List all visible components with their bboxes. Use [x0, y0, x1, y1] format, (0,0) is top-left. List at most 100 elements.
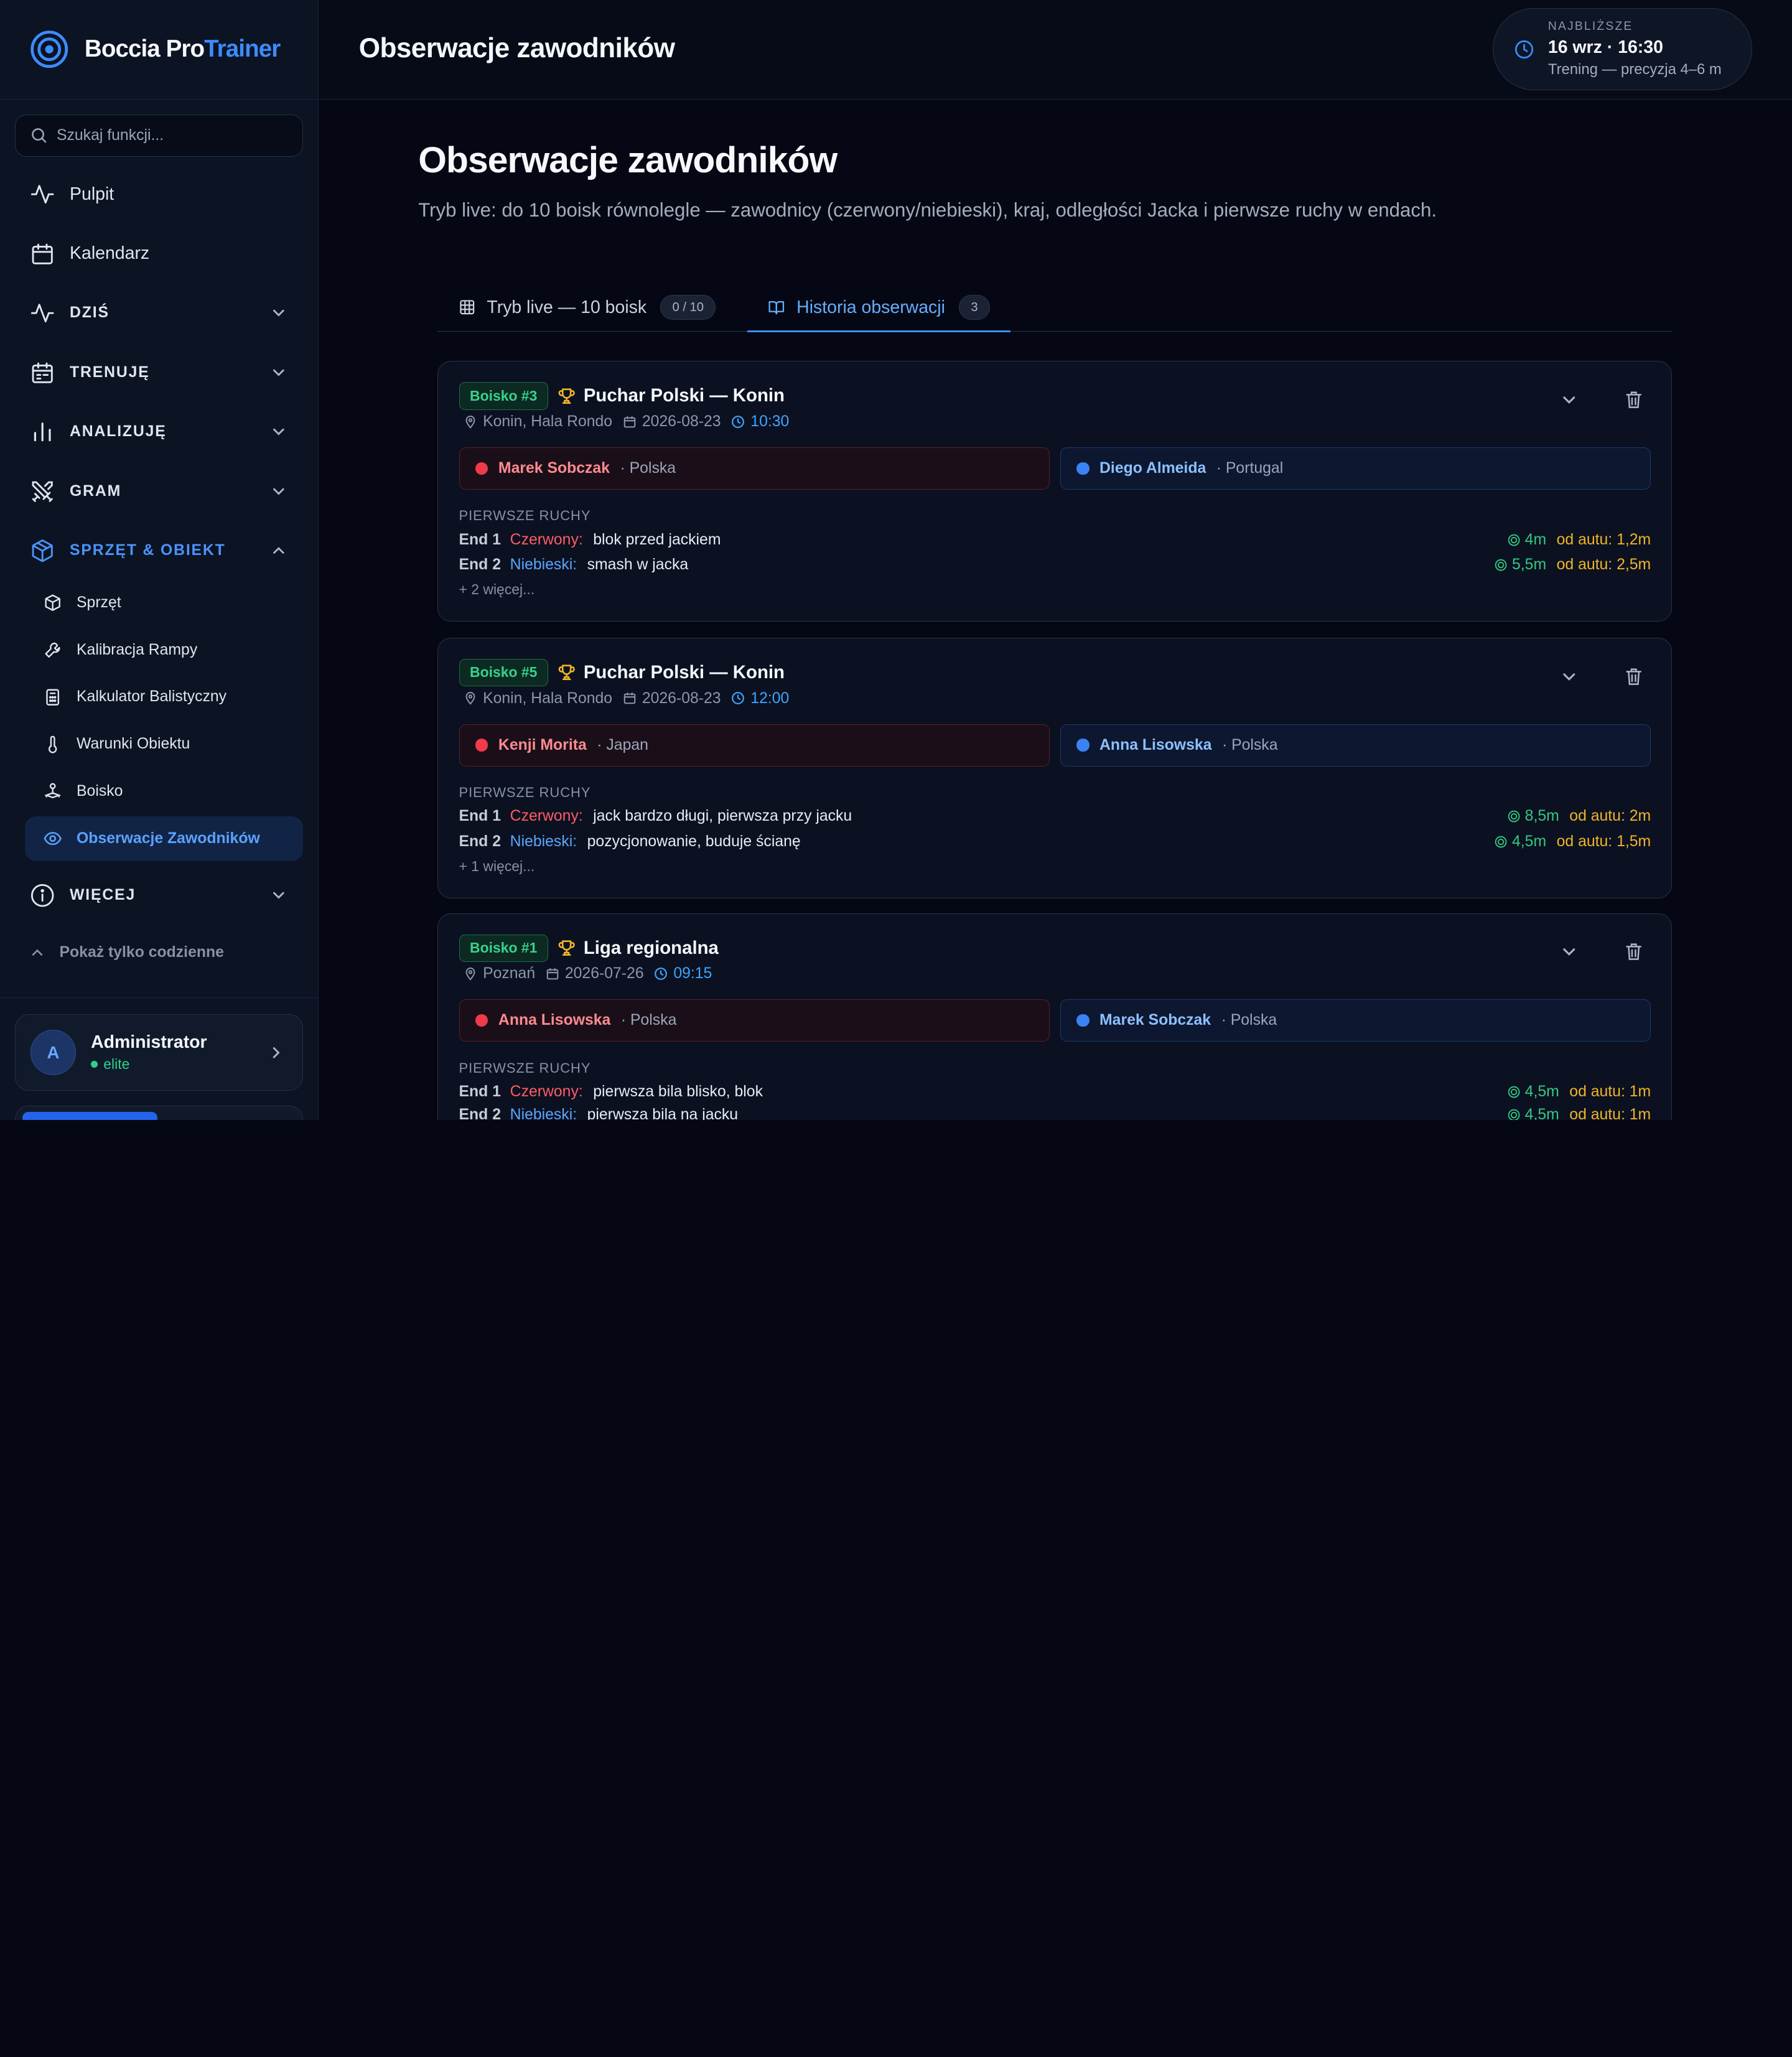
sidebar-item-label: Warunki Obiektu	[77, 735, 190, 753]
activity-icon	[30, 185, 54, 204]
calendar-icon	[32, 243, 53, 264]
sidebar-item-warunki-obiektu[interactable]: Warunki Obiektu	[25, 722, 302, 767]
trash-icon[interactable]	[1625, 390, 1643, 409]
blue-player: Marek Sobczak · Polska	[1060, 999, 1651, 1042]
card-header: Boisko #1 Liga regionalna	[459, 934, 719, 962]
card-meta: Poznań 2026-07-26 09:15	[464, 965, 722, 982]
sidebar-item-pulpit[interactable]: Pulpit	[0, 164, 319, 224]
tab-count-badge: 3	[958, 294, 990, 320]
blue-player: Diego Almeida · Portugal	[1060, 447, 1651, 490]
observation-card[interactable]: Boisko #3 Puchar Polski — Konin Konin, H…	[437, 361, 1673, 622]
blue-dot	[1076, 739, 1090, 752]
tab-live[interactable]: Tryb live — 10 boisk 0 / 10	[437, 283, 736, 331]
sidebar-item-kalibracja-rampy[interactable]: Kalibracja Rampy	[25, 628, 302, 673]
trash-icon[interactable]	[1625, 667, 1643, 686]
header-title: Obserwacje zawodników	[358, 33, 675, 64]
sidebar-item-boisko[interactable]: Boisko	[25, 769, 302, 814]
trash-icon[interactable]	[1625, 942, 1643, 961]
jack-distance: 4m	[1508, 531, 1546, 549]
out-distance: od autu: 1m	[1569, 1083, 1651, 1101]
player-country: · Polska	[1221, 736, 1278, 753]
jack-distance: 4,5m	[1495, 833, 1546, 851]
player-name: Anna Lisowska	[498, 1012, 611, 1029]
sidebar-item-label: Kalendarz	[70, 243, 150, 264]
wrench-icon	[45, 642, 60, 658]
chevron-up-icon	[273, 547, 284, 554]
sidebar-section-label: GRAM	[70, 482, 122, 500]
sidebar-item-label: Pulpit	[70, 184, 114, 204]
map-pin-icon	[465, 416, 475, 429]
sidebar-section-wiecej[interactable]: WIĘCEJ	[0, 865, 319, 925]
red-player: Kenji Morita · Japan	[459, 724, 1050, 767]
blue-dot	[1076, 462, 1090, 475]
move-row: End 2 Niebieski: pierwsza bila na jacku 4,…	[459, 1103, 1651, 1120]
sidebar-section-label: TRENUJĘ	[70, 363, 150, 381]
sidebar-section-label: WIĘCEJ	[70, 886, 136, 903]
chevron-right-icon	[273, 1047, 280, 1058]
move-row: End 2 Niebieski: pozycjonowanie, buduje śc…	[459, 833, 1651, 851]
clock-icon	[732, 692, 745, 705]
swords-icon	[32, 481, 53, 502]
player-country: · Polska	[1221, 1012, 1277, 1029]
pulse-icon	[30, 304, 54, 323]
observation-card[interactable]: Boisko #1 Liga regionalna Poznań 2026-07…	[437, 913, 1673, 1120]
calendar-icon	[623, 693, 635, 704]
card-header: Boisko #3 Puchar Polski — Konin	[459, 382, 785, 410]
move-row: End 1 Czerwony: jack bardzo długi, pierwsz…	[459, 808, 1651, 825]
player-country: · Polska	[620, 460, 676, 477]
sidebar-section-trenuje[interactable]: TRENUJĘ	[0, 343, 319, 403]
out-distance: od autu: 1m	[1569, 1106, 1651, 1120]
sidebar-item-sprzet[interactable]: Sprzęt	[25, 581, 302, 625]
time: 12:00	[731, 690, 789, 707]
court-badge: Boisko #5	[459, 658, 548, 686]
sidebar-section-gram[interactable]: GRAM	[0, 462, 319, 521]
sidebar-section-sprzet-obiekt[interactable]: SPRZĘT & OBIEKT	[0, 521, 319, 581]
trophy-icon	[558, 940, 575, 956]
brand[interactable]: Boccia ProTrainer	[0, 0, 319, 100]
event-title: Puchar Polski — Konin	[583, 661, 785, 683]
move-row: End 2 Niebieski: smash w jacka 5,5m od autu…	[459, 556, 1651, 574]
sidebar-item-kalendarz[interactable]: Kalendarz	[0, 224, 319, 284]
red-dot	[475, 1014, 488, 1027]
sidebar: Boccia ProTrainer Pulpit Kalendarz DZIŚ	[0, 0, 319, 1120]
sidebar-nav: Pulpit Kalendarz DZIŚ TRENUJĘ ANALIZUJĘ	[0, 164, 319, 975]
move-row: End 1 Czerwony: blok przed jackiem 4m od au…	[459, 531, 1651, 549]
card-meta: Konin, Hala Rondo 2026-08-23 12:00	[464, 690, 800, 707]
player-country: · Japan	[597, 736, 648, 753]
more-moves-link[interactable]: + 1 więcej...	[459, 858, 535, 875]
clock-icon	[732, 416, 745, 428]
user-card[interactable]: A Administrator elite	[14, 1014, 303, 1091]
date: 2026-08-23	[623, 690, 721, 707]
joystick-icon	[44, 783, 62, 799]
chevron-down-icon	[273, 892, 284, 899]
show-daily-label: Pokaż tylko codzienne	[59, 943, 224, 961]
map-pin-icon	[465, 968, 475, 981]
player-name: Marek Sobczak	[498, 460, 610, 477]
chevron-down-icon[interactable]	[1561, 943, 1578, 961]
sidebar-item-obserwacje-zawodnikow[interactable]: Obserwacje Zawodników	[25, 816, 303, 861]
moves-caption: PIERWSZE RUCHY	[459, 1060, 591, 1076]
jack-distance: 4,5m	[1508, 1106, 1559, 1120]
brand-name: Boccia ProTrainer	[84, 35, 281, 63]
tab-count-badge: 0 / 10	[660, 294, 716, 320]
tab-history[interactable]: Historia obserwacji 3	[747, 283, 1011, 333]
more-moves-link[interactable]: + 2 więcej...	[459, 581, 535, 598]
target-logo-icon	[30, 30, 68, 68]
observation-card[interactable]: Boisko #5 Puchar Polski — Konin Konin, H…	[437, 637, 1673, 898]
chevron-down-icon[interactable]	[1561, 668, 1578, 686]
sidebar-section-analizuje[interactable]: ANALIZUJĘ	[0, 402, 319, 462]
show-daily-toggle[interactable]: Pokaż tylko codzienne	[0, 930, 319, 975]
sidebar-extra-card[interactable]	[14, 1106, 303, 1120]
sidebar-item-kalkulator-balistyczny[interactable]: Kalkulator Balistyczny	[25, 675, 302, 720]
search-input[interactable]	[56, 126, 274, 144]
sidebar-section-dzis[interactable]: DZIŚ	[0, 283, 319, 343]
moves-caption: PIERWSZE RUCHY	[459, 508, 591, 524]
player-country: · Polska	[620, 1012, 677, 1029]
next-session-description: Trening — precyzja 4–6 m	[1547, 61, 1722, 78]
eye-icon	[44, 832, 62, 846]
chevron-down-icon[interactable]	[1561, 391, 1578, 409]
next-session-pill[interactable]: NAJBLIŻSZE 16 wrz · 16:30 Trening — prec…	[1492, 7, 1752, 91]
court-badge: Boisko #3	[459, 382, 548, 410]
next-session-time: 16 wrz · 16:30	[1547, 37, 1663, 57]
red-player: Marek Sobczak · Polska	[459, 447, 1050, 490]
